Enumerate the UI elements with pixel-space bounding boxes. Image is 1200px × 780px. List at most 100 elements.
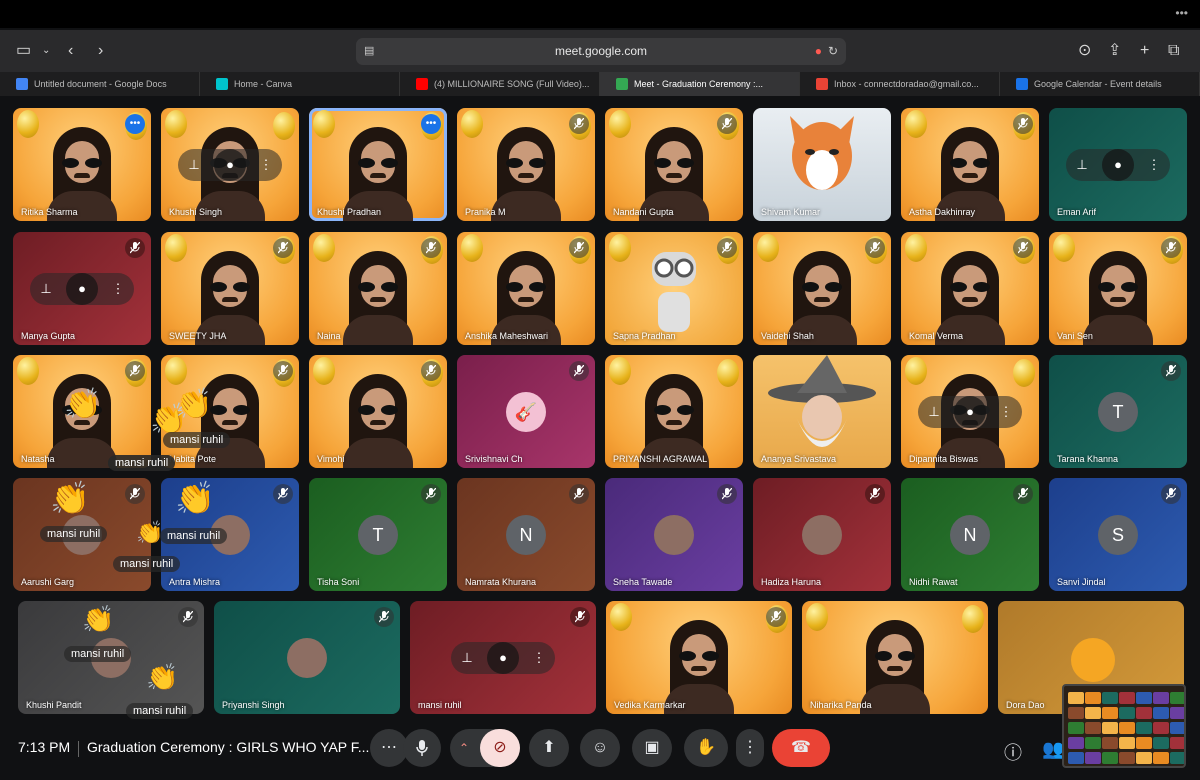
camera-off-icon[interactable]: ⊘	[480, 729, 520, 767]
more-vertical-icon[interactable]: ⋮	[102, 273, 134, 305]
browser-tab[interactable]: Inbox - connectdoradao@gmail.co...	[800, 72, 1000, 96]
participant-tile[interactable]: Vimohi	[309, 355, 447, 468]
chevron-down-icon[interactable]: ⌄	[42, 41, 50, 61]
captions-button[interactable]: ▣	[632, 729, 672, 767]
reaction-sender-label: mansi ruhil	[113, 556, 181, 572]
reload-icon[interactable]: ↻	[828, 38, 838, 65]
participant-name: Ritika Sharma	[21, 207, 78, 217]
participant-tile[interactable]: ••• Khushi Pradhan	[309, 108, 447, 221]
participant-tile[interactable]: Anshika Maheshwari	[457, 232, 595, 345]
participant-name: Khushi Singh	[169, 207, 223, 217]
pin-icon[interactable]: ⊥	[918, 396, 950, 428]
participant-tile[interactable]: ⊥ ● ⋮ Khushi Singh	[161, 108, 299, 221]
more-vertical-icon[interactable]: ⋮	[250, 149, 282, 181]
participant-tile[interactable]: Priyanshi Singh	[214, 601, 400, 714]
reaction-sender-label: mansi ruhil	[126, 703, 194, 719]
participant-tile[interactable]: Vedika Karmarkar	[606, 601, 792, 714]
pin-icon[interactable]: ⊥	[30, 273, 62, 305]
participant-mic-icon[interactable]: ●	[487, 641, 519, 674]
participant-name: Niharika Panda	[810, 700, 872, 710]
participant-tile[interactable]: Vaidehi Shah	[753, 232, 891, 345]
participant-mic-icon[interactable]: ●	[954, 395, 986, 428]
participant-tile[interactable]: Shivam Kumar	[753, 108, 891, 221]
participant-tile[interactable]: ⊥ ● ⋮ Dipannita Biswas	[901, 355, 1039, 468]
browser-tab[interactable]: Untitled document - Google Docs	[0, 72, 200, 96]
download-icon[interactable]: ⊙	[1078, 41, 1091, 61]
more-vertical-icon[interactable]: ⋮	[990, 396, 1022, 428]
participant-tile[interactable]: Sapna Pradhan	[605, 232, 743, 345]
thumbnail-tile	[1102, 722, 1118, 734]
share-icon[interactable]: ⇪	[1108, 41, 1121, 61]
participant-tile[interactable]: ⊥ ● ⋮ Manya Gupta	[13, 232, 151, 345]
more-vertical-icon[interactable]: ⋮	[523, 642, 555, 674]
participant-tile[interactable]: SWEETY JHA	[161, 232, 299, 345]
camera-button[interactable]: ⌃ ⊘	[450, 729, 520, 767]
present-button[interactable]: ⬆	[529, 729, 569, 767]
participant-mic-icon[interactable]: ●	[214, 148, 246, 181]
participant-tile[interactable]: Ananya Srivastava	[753, 355, 891, 468]
participant-tile[interactable]: Astha Dakhinray	[901, 108, 1039, 221]
pin-icon[interactable]: ⊥	[1066, 149, 1098, 181]
participant-tile[interactable]: PRIYANSHI AGRAWAL	[605, 355, 743, 468]
tab-favicon-icon	[816, 78, 828, 90]
participant-tile[interactable]: ••• Ritika Sharma	[13, 108, 151, 221]
new-tab-icon[interactable]: +	[1140, 41, 1149, 61]
participant-tile[interactable]: Pranika M	[457, 108, 595, 221]
tab-favicon-icon	[16, 78, 28, 90]
participant-tile[interactable]: Vani Sen	[1049, 232, 1187, 345]
self-view-thumbnail[interactable]	[1062, 684, 1186, 768]
address-bar[interactable]: ▤ meet.google.com ● ↻	[356, 38, 846, 65]
tabs-overview-icon[interactable]: ⧉	[1168, 41, 1179, 61]
more-actions-button[interactable]: ⋮	[736, 729, 764, 767]
tile-hover-controls: ⊥ ● ⋮	[1066, 148, 1170, 181]
balloon-decoration	[165, 357, 187, 385]
chevron-up-icon[interactable]: ⌃	[459, 729, 469, 767]
raise-hand-button[interactable]: ✋	[684, 729, 728, 767]
participant-name: Manya Gupta	[21, 331, 76, 341]
participant-tile[interactable]: ⊥ ● ⋮ Eman Arif	[1049, 108, 1187, 221]
participant-tile[interactable]: 🎸 Srivishnavi Ch	[457, 355, 595, 468]
emoji-button[interactable]: ☺	[580, 729, 620, 767]
end-call-button[interactable]: ☎	[772, 729, 830, 767]
thumbnail-tile	[1170, 707, 1184, 719]
pin-icon[interactable]: ⊥	[178, 149, 210, 181]
site-settings-icon[interactable]: ▤	[364, 38, 374, 65]
balloon-decoration	[717, 359, 739, 387]
participant-tile[interactable]: T Tarana Khanna	[1049, 355, 1187, 468]
muted-mic-icon	[421, 238, 441, 258]
forward-icon[interactable]: ›	[98, 41, 103, 61]
participant-mic-icon[interactable]: ●	[66, 272, 98, 305]
info-icon[interactable]: ⓘ	[1004, 739, 1022, 765]
participant-tile[interactable]: S Sanvi Jindal	[1049, 478, 1187, 591]
participant-tile[interactable]: N Namrata Khurana	[457, 478, 595, 591]
back-icon[interactable]: ‹	[68, 41, 73, 61]
browser-tab[interactable]: Meet - Graduation Ceremony :...	[600, 72, 800, 96]
present-icon: ⬆	[542, 739, 556, 756]
participant-name: Tisha Soni	[317, 577, 360, 587]
pin-icon[interactable]: ⊥	[451, 642, 483, 674]
participant-tile[interactable]: Niharika Panda	[802, 601, 988, 714]
thumbnail-tile	[1068, 692, 1084, 704]
participant-tile[interactable]: Nandani Gupta	[605, 108, 743, 221]
participant-tile[interactable]: ⊥ ● ⋮ mansi ruhil	[410, 601, 596, 714]
tab-label: Home - Canva	[234, 79, 293, 89]
participant-tile[interactable]: T Tisha Soni	[309, 478, 447, 591]
browser-tab[interactable]: Home - Canva	[200, 72, 400, 96]
participant-name: Astha Dakhinray	[909, 207, 976, 217]
speaking-indicator-icon: •••	[421, 114, 441, 134]
balloon-decoration	[313, 234, 335, 262]
participant-tile[interactable]: Sneha Tawade	[605, 478, 743, 591]
thumbnail-tile	[1170, 737, 1184, 749]
url-text: meet.google.com	[554, 44, 648, 58]
participant-tile[interactable]: Naina	[309, 232, 447, 345]
participant-mic-icon[interactable]: ●	[1102, 148, 1134, 181]
more-vertical-icon[interactable]: ⋮	[1138, 149, 1170, 181]
participant-tile[interactable]: Hadiza Haruna	[753, 478, 891, 591]
participant-name: Sapna Pradhan	[613, 331, 676, 341]
mic-button[interactable]	[403, 729, 441, 767]
participant-tile[interactable]: N Nidhi Rawat	[901, 478, 1039, 591]
browser-tab[interactable]: Google Calendar - Event details	[1000, 72, 1200, 96]
participant-tile[interactable]: Komal Verma	[901, 232, 1039, 345]
browser-tab[interactable]: (4) MILLIONAIRE SONG (Full Video)...	[400, 72, 600, 96]
sidebar-icon[interactable]: ▭	[16, 41, 31, 61]
